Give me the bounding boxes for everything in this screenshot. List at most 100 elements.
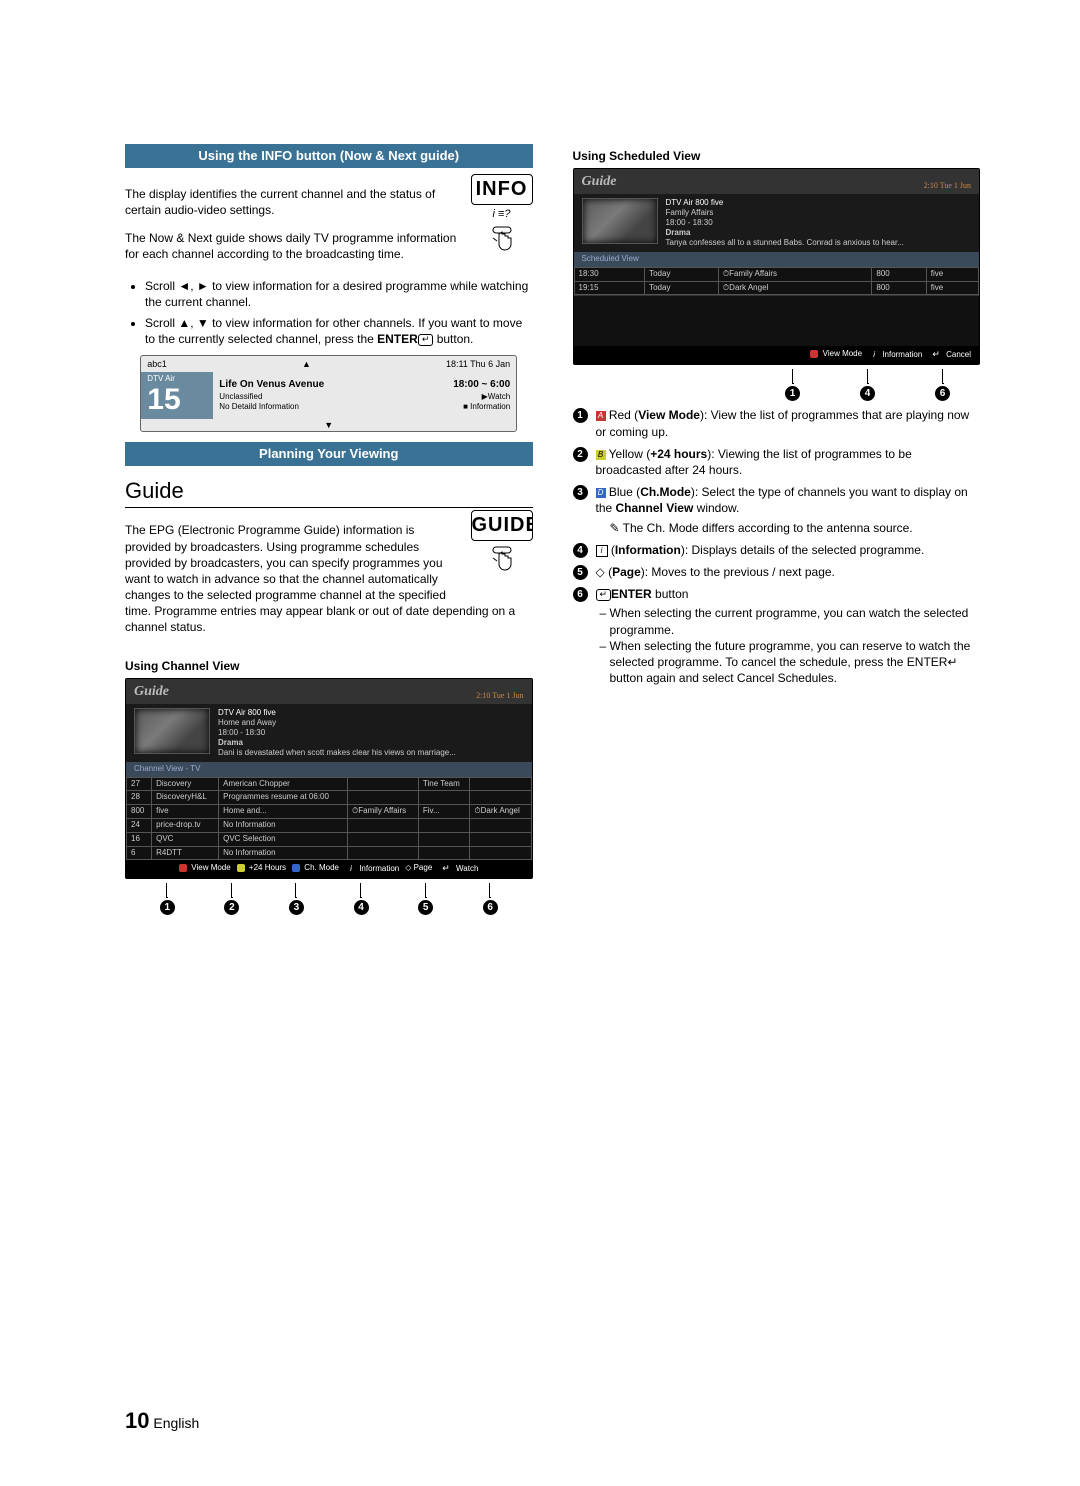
info-remote-badge: INFO i ≡? — [471, 174, 533, 264]
table-cell: Discovery — [152, 777, 219, 791]
enter-icon: ↵ — [418, 334, 434, 346]
table-cell: American Chopper — [219, 777, 348, 791]
toolbar-item: ↵ Cancel — [928, 349, 971, 361]
page-footer: 10 English — [125, 1406, 199, 1436]
color-key-icon: D — [596, 488, 606, 498]
table-cell — [470, 832, 531, 846]
table-cell — [418, 846, 470, 860]
mg-channel-name: abc1 — [147, 358, 167, 370]
table-cell — [418, 832, 470, 846]
info-badge-label: INFO — [471, 174, 533, 205]
mg-prog-title: Life On Venus Avenue — [219, 378, 324, 392]
guide-title: Guide — [125, 476, 533, 509]
table-cell: 800 — [872, 267, 926, 281]
legend-subitem: When selecting the current programme, yo… — [610, 605, 981, 637]
table-cell — [348, 791, 419, 805]
channel-view-screenshot: Guide 2:10 Tue 1 Jun DTV Air 800 five Ho… — [125, 678, 533, 879]
toolbar-item: i Information — [345, 863, 399, 875]
table-cell: No Information — [219, 846, 348, 860]
now-next-banner: abc1 ▲ 18:11 Thu 6 Jan DTV Air 15 Life O… — [140, 355, 517, 432]
info-badge-sub: i ≡? — [471, 207, 533, 222]
page-language: English — [153, 1415, 199, 1431]
scheduled-view-screenshot: Guide 2:10 Tue 1 Jun DTV Air 800 five Fa… — [573, 168, 981, 365]
table-cell: 27 — [127, 777, 152, 791]
table-cell: five — [926, 267, 978, 281]
info-bullet-2: Scroll ▲, ▼ to view information for othe… — [145, 315, 533, 347]
toolbar-item: View Mode — [179, 863, 231, 875]
table-cell — [348, 777, 419, 791]
left-column: Using the INFO button (Now & Next guide)… — [125, 138, 533, 915]
table-cell — [470, 818, 531, 832]
callout: 5 — [418, 883, 433, 915]
legend-number-icon: 5 — [573, 565, 588, 580]
manual-page: Using the INFO button (Now & Next guide)… — [0, 0, 1080, 1486]
callout: 4 — [354, 883, 369, 915]
table-cell: Programmes resume at 06:00 — [219, 791, 348, 805]
table-cell: QVC Selection — [219, 832, 348, 846]
toolbar-item: ↵ Watch — [438, 863, 478, 875]
table-cell: Home and... — [219, 805, 348, 819]
mg-channel-num: 15 — [147, 385, 207, 415]
toolbar-item: +24 Hours — [237, 863, 286, 875]
channel-view-table: 27DiscoveryAmerican Chopper Tine Team 28Di… — [126, 777, 532, 861]
hand-press-icon — [481, 545, 523, 579]
legend-item: 4i (Information): Displays details of th… — [573, 542, 981, 558]
callout: 2 — [224, 883, 239, 915]
legend-item: 6↵ENTER buttonWhen selecting the current… — [573, 586, 981, 686]
table-cell: ⏱Family Affairs — [718, 267, 871, 281]
table-cell: 6 — [127, 846, 152, 860]
table-cell: 18:30 — [574, 267, 645, 281]
legend-subitem: When selecting the future programme, you… — [610, 638, 981, 687]
table-cell: 24 — [127, 818, 152, 832]
callout: 1 — [160, 883, 175, 915]
legend-item: 2B Yellow (+24 hours): Viewing the list … — [573, 446, 981, 478]
guide-badge-label: GUIDE — [471, 510, 533, 541]
section-info-heading: Using the INFO button (Now & Next guide) — [125, 144, 533, 168]
table-cell: DiscoveryH&L — [152, 791, 219, 805]
table-cell — [418, 791, 470, 805]
table-cell — [348, 818, 419, 832]
table-cell: Tine Team — [418, 777, 470, 791]
callout: 1 — [785, 369, 800, 401]
table-cell — [348, 832, 419, 846]
table-cell — [470, 791, 531, 805]
table-cell: Today — [645, 267, 719, 281]
table-cell: five — [926, 281, 978, 295]
table-cell: R4DTT — [152, 846, 219, 860]
right-column: Using Scheduled View Guide 2:10 Tue 1 Ju… — [573, 138, 981, 915]
table-cell — [470, 777, 531, 791]
table-cell: No Information — [219, 818, 348, 832]
scheduled-view-toolbar: View Modei Information↵ Cancel — [574, 346, 980, 364]
table-cell — [470, 846, 531, 860]
section-planning-heading: Planning Your Viewing — [125, 442, 533, 466]
legend-list: 1A Red (View Mode): View the list of pro… — [573, 407, 981, 686]
toolbar-item: View Mode — [810, 349, 862, 361]
legend-number-icon: 4 — [573, 543, 588, 558]
table-cell: Today — [645, 281, 719, 295]
table-cell: 16 — [127, 832, 152, 846]
legend-number-icon: 6 — [573, 587, 588, 602]
scheduled-view-table: 18:30Today⏱Family Affairs800five19:15Tod… — [574, 267, 980, 296]
legend-item: 1A Red (View Mode): View the list of pro… — [573, 407, 981, 439]
table-cell: ⏱Family Affairs — [348, 805, 419, 819]
callout: 6 — [483, 883, 498, 915]
info-bullets: Scroll ◄, ► to view information for a de… — [125, 278, 533, 347]
table-cell: price-drop.tv — [152, 818, 219, 832]
table-cell: Fiv... — [418, 805, 470, 819]
table-cell: ⏱Dark Angel — [470, 805, 531, 819]
legend-number-icon: 3 — [573, 485, 588, 500]
scheduled-view-callouts: 1 4 6 — [573, 369, 981, 401]
legend-number-icon: 2 — [573, 447, 588, 462]
legend-number-icon: 1 — [573, 408, 588, 423]
page-number: 10 — [125, 1408, 149, 1433]
callout: 4 — [860, 369, 875, 401]
color-key-icon: B — [596, 450, 606, 460]
legend-item: 5◇ (Page): Moves to the previous / next … — [573, 564, 981, 580]
guide-remote-badge: GUIDE — [471, 510, 533, 583]
callout: 3 — [289, 883, 304, 915]
callout: 6 — [935, 369, 950, 401]
table-cell: 800 — [872, 281, 926, 295]
channel-view-subhead: Using Channel View — [125, 658, 533, 674]
table-cell: 28 — [127, 791, 152, 805]
hand-press-icon — [481, 225, 523, 259]
